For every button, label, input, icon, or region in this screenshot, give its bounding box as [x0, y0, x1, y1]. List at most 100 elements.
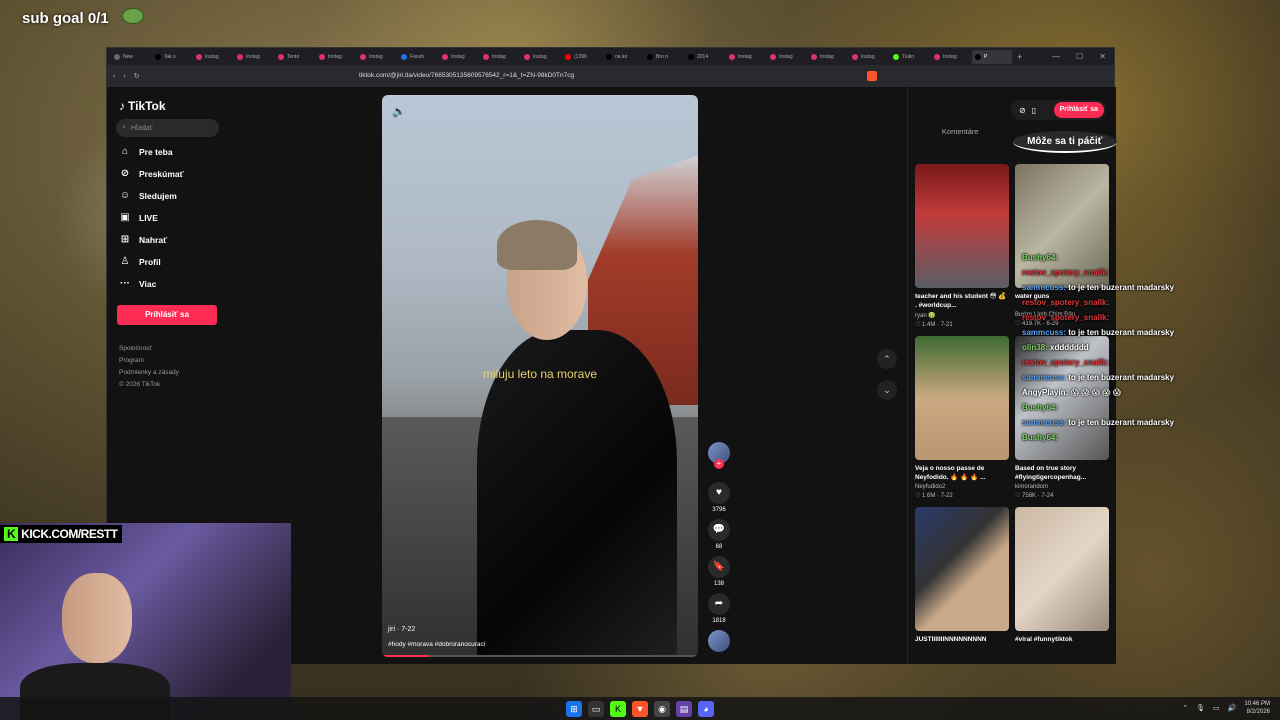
- sidebar-item[interactable]: ··· Viac: [119, 278, 184, 290]
- tiktok-logo[interactable]: ♪ TikTok: [119, 99, 166, 113]
- chat-username[interactable]: restov_spotery_snallk:: [1022, 298, 1109, 307]
- discord-app-icon[interactable]: ◕: [698, 701, 714, 717]
- chat-username[interactable]: AngyPlayin:: [1022, 388, 1068, 397]
- video-thumbnail[interactable]: [915, 164, 1009, 288]
- browser-tab[interactable]: Instag: [808, 50, 848, 64]
- login-button[interactable]: Prihlásiť sa: [117, 305, 217, 325]
- video-player[interactable]: miluju leto na morave 🔈 ··· jiri · 7-22 …: [382, 95, 698, 657]
- suggested-video-card[interactable]: teacher and his student 😳 💰 . #worldcup.…: [915, 164, 1009, 328]
- footer-link[interactable]: Spoločnosť: [119, 345, 179, 352]
- sidebar-item[interactable]: ⌂ Pre teba: [119, 146, 184, 158]
- tab-comments[interactable]: Komentáre: [908, 127, 1013, 145]
- brave-app-icon[interactable]: ▼: [632, 701, 648, 717]
- sidebar-item[interactable]: ▣ LIVE: [119, 212, 184, 224]
- suggested-video-card[interactable]: #viral #funnytiktok: [1015, 507, 1109, 653]
- browser-tab[interactable]: Instag: [726, 50, 766, 64]
- chat-username[interactable]: Bushy64:: [1022, 433, 1058, 442]
- brave-shield-icon[interactable]: [867, 71, 877, 81]
- windows-start-icon[interactable]: ⊞: [566, 701, 582, 717]
- chat-username[interactable]: sammcuss:: [1022, 328, 1066, 337]
- video-hashtags[interactable]: #hody #morava #dobroranocuraci: [388, 641, 485, 648]
- device-icon[interactable]: ▯: [1032, 106, 1036, 115]
- browser-tab[interactable]: (1396: [562, 50, 602, 64]
- sidebar-item[interactable]: ☺ Sledujem: [119, 190, 184, 202]
- browser-tab[interactable]: Instag: [193, 50, 233, 64]
- tab-favicon-icon: [688, 53, 694, 60]
- follow-plus-icon[interactable]: +: [714, 459, 724, 469]
- video-author[interactable]: jiri · 7-22: [388, 626, 415, 633]
- panel-tabs: Komentáre Môže sa ti páčiť: [908, 127, 1117, 153]
- video-progress-bar[interactable]: [382, 655, 698, 657]
- twitch-app-icon[interactable]: ▤: [676, 701, 692, 717]
- sidebar-item[interactable]: ⊘ Preskúmať: [119, 168, 184, 180]
- speaker-icon[interactable]: 🔊: [1228, 704, 1237, 712]
- browser-tab[interactable]: Instag: [480, 50, 520, 64]
- video-thumbnail[interactable]: [1015, 507, 1109, 631]
- browser-tab[interactable]: Tak s: [152, 50, 192, 64]
- chat-username[interactable]: sammcuss:: [1022, 283, 1066, 292]
- reload-icon[interactable]: ↻: [134, 72, 140, 80]
- browser-tab[interactable]: Instag: [234, 50, 274, 64]
- browser-tab[interactable]: Instag: [357, 50, 397, 64]
- footer-link[interactable]: © 2026 TikTok: [119, 381, 179, 388]
- browser-tab[interactable]: Instag: [439, 50, 479, 64]
- browser-tab[interactable]: Instag: [316, 50, 356, 64]
- chat-username[interactable]: olin38:: [1022, 343, 1048, 352]
- suggested-video-card[interactable]: JUSTIIIIIIINNNNNNNNN: [915, 507, 1009, 653]
- forward-icon[interactable]: ›: [123, 73, 125, 80]
- minimize-icon[interactable]: —: [1052, 52, 1060, 61]
- chat-username[interactable]: Bushy64:: [1022, 403, 1058, 412]
- coin-icon[interactable]: ⊘: [1019, 106, 1026, 115]
- tab-suggested[interactable]: Môže sa ti páčiť: [1012, 131, 1117, 153]
- search-input[interactable]: ⌕ Hľadať: [116, 119, 219, 137]
- chat-username[interactable]: restov_spotery_snallk:: [1022, 313, 1109, 322]
- network-icon[interactable]: ▭: [1213, 704, 1220, 712]
- chat-username[interactable]: sammcuss:: [1022, 418, 1066, 427]
- new-tab-button[interactable]: +: [1017, 52, 1022, 62]
- bookmark-icon[interactable]: 🔖: [708, 556, 730, 578]
- chat-username[interactable]: restov_spotery_snallk:: [1022, 358, 1109, 367]
- kick-app-icon[interactable]: K: [610, 701, 626, 717]
- share-icon[interactable]: ➦: [708, 593, 730, 615]
- footer-link[interactable]: Podmienky a zásady: [119, 369, 179, 376]
- back-icon[interactable]: ‹: [113, 73, 115, 80]
- close-icon[interactable]: ✕: [1099, 52, 1106, 61]
- clock[interactable]: 10:46 PM 8/2/2026: [1244, 700, 1270, 716]
- browser-tab[interactable]: Tiukn: [890, 50, 930, 64]
- like-icon[interactable]: ♥: [708, 482, 730, 504]
- obs-app-icon[interactable]: ◉: [654, 701, 670, 717]
- chevron-down-icon[interactable]: ⌄: [877, 380, 897, 400]
- browser-tab[interactable]: Instag: [521, 50, 561, 64]
- chat-username[interactable]: restov_spotery_snallk:: [1022, 268, 1109, 277]
- tray-chevron-icon[interactable]: ⌃: [1182, 704, 1188, 712]
- sidebar-item[interactable]: ♙ Profil: [119, 256, 184, 268]
- browser-tab[interactable]: Tento: [275, 50, 315, 64]
- browser-tab[interactable]: Instag: [767, 50, 807, 64]
- mic-icon[interactable]: 🎙: [1196, 704, 1205, 712]
- sound-avatar[interactable]: [708, 630, 730, 652]
- address-bar[interactable]: tiktok.com/@jiri.tla/video/7665305135609…: [359, 72, 574, 79]
- footer-link[interactable]: Program: [119, 357, 179, 364]
- chevron-up-icon[interactable]: ⌃: [877, 349, 897, 369]
- video-thumbnail[interactable]: [915, 336, 1009, 460]
- panel-login-button[interactable]: Prihlásiť sa: [1053, 102, 1104, 118]
- suggested-video-card[interactable]: Veja o nosso passe de Neyfodido. 🔥 🔥 🔥 .…: [915, 336, 1009, 499]
- volume-icon[interactable]: 🔈: [392, 105, 406, 118]
- browser-tab[interactable]: Faceb: [398, 50, 438, 64]
- video-thumbnail[interactable]: [915, 507, 1009, 631]
- sidebar-item[interactable]: ⊞ Nahrať: [119, 234, 184, 246]
- browser-tab[interactable]: Instag: [849, 50, 889, 64]
- chat-username[interactable]: sammcuss:: [1022, 373, 1066, 382]
- browser-tab[interactable]: P: [972, 49, 1012, 64]
- task-view-icon[interactable]: ▭: [588, 701, 604, 717]
- creator-avatar[interactable]: +: [708, 442, 730, 469]
- comment-icon[interactable]: 💬: [708, 519, 730, 541]
- browser-tab[interactable]: Bro n: [644, 50, 684, 64]
- chat-username[interactable]: Bushy64:: [1022, 253, 1058, 262]
- more-options-icon[interactable]: ···: [653, 103, 662, 113]
- maximize-icon[interactable]: ☐: [1076, 52, 1083, 61]
- browser-tab[interactable]: 2014: [685, 50, 725, 64]
- browser-tab[interactable]: na ko: [603, 50, 643, 64]
- browser-tab[interactable]: Instag: [931, 50, 971, 64]
- browser-tab[interactable]: New: [111, 50, 151, 64]
